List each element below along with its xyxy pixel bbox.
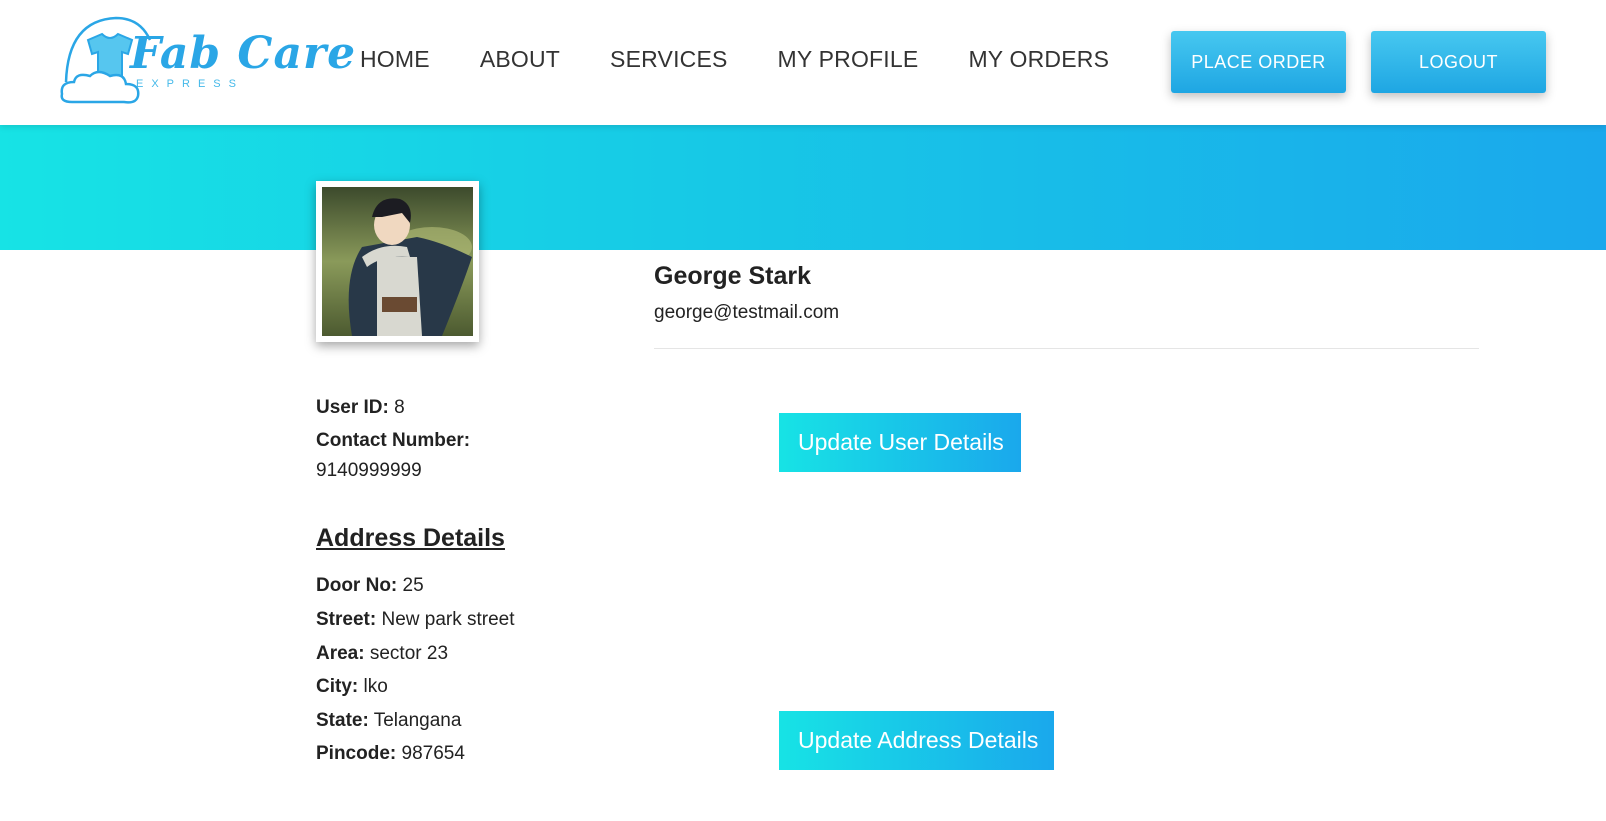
main-nav: HOME ABOUT SERVICES MY PROFILE MY ORDERS [360, 46, 1159, 73]
avatar [316, 181, 479, 342]
address-heading: Address Details [316, 524, 505, 552]
state-label: State: [316, 710, 369, 731]
logout-button[interactable]: LOGOUT [1371, 31, 1546, 93]
nav-home[interactable]: HOME [360, 46, 430, 73]
update-user-details-button[interactable]: Update User Details [779, 413, 1021, 472]
contact-value: 9140999999 [316, 460, 422, 481]
nav-services[interactable]: SERVICES [610, 46, 728, 73]
door-row: Door No: 25 [316, 574, 424, 599]
brand-name: Fab Care [130, 28, 357, 79]
street-row: Street: New park street [316, 608, 515, 633]
area-row: Area: sector 23 [316, 642, 448, 667]
nav-my-profile[interactable]: MY PROFILE [778, 46, 919, 73]
brand-logo[interactable]: Fab Care EXPRESS [58, 12, 355, 112]
city-value: lko [363, 676, 388, 697]
state-value: Telangana [373, 710, 462, 731]
door-label: Door No: [316, 575, 398, 596]
update-address-details-button[interactable]: Update Address Details [779, 711, 1054, 770]
contact-value-row: 9140999999 [316, 459, 422, 484]
brand-tagline: EXPRESS [136, 78, 244, 90]
city-label: City: [316, 676, 359, 697]
pincode-value: 987654 [401, 743, 465, 764]
user-id-row: User ID: 8 [316, 396, 405, 421]
user-id-value: 8 [394, 397, 405, 418]
profile-photo [322, 187, 473, 336]
city-row: City: lko [316, 675, 388, 700]
profile-name: George Stark [654, 262, 812, 290]
user-id-label: User ID: [316, 397, 389, 418]
contact-label: Contact Number: [316, 430, 471, 451]
top-navbar: Fab Care EXPRESS HOME ABOUT SERVICES MY … [0, 0, 1606, 125]
pincode-row: Pincode: 987654 [316, 742, 465, 767]
profile-banner [0, 125, 1606, 250]
street-value: New park street [381, 609, 515, 630]
profile-email: george@testmail.com [654, 302, 840, 323]
street-label: Street: [316, 609, 377, 630]
profile-divider [654, 348, 1479, 349]
pincode-label: Pincode: [316, 743, 397, 764]
contact-label-row: Contact Number: [316, 429, 470, 454]
door-value: 25 [402, 575, 424, 596]
nav-my-orders[interactable]: MY ORDERS [968, 46, 1109, 73]
state-row: State: Telangana [316, 709, 461, 734]
place-order-button[interactable]: PLACE ORDER [1171, 31, 1346, 93]
area-value: sector 23 [369, 643, 449, 664]
nav-about[interactable]: ABOUT [480, 46, 560, 73]
area-label: Area: [316, 643, 365, 664]
